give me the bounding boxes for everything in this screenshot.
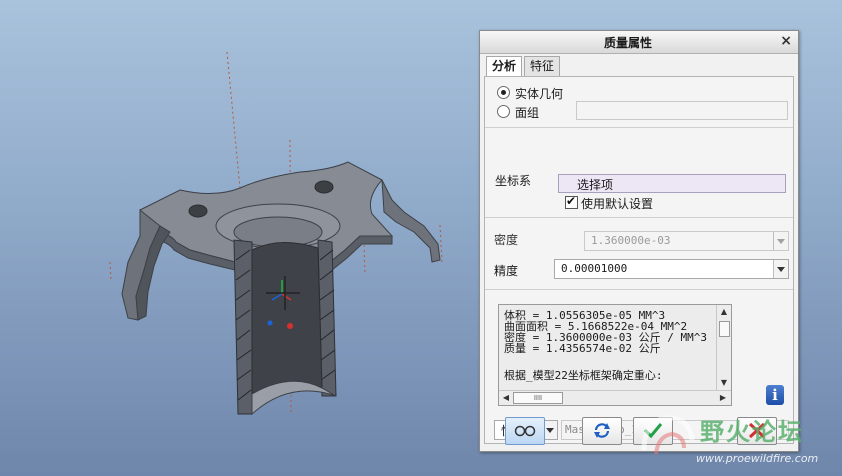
use-default-label: 使用默认设置	[581, 197, 654, 211]
close-icon[interactable]: ×	[780, 33, 792, 49]
scroll-right-icon[interactable]: ▶	[717, 392, 729, 404]
chevron-down-icon	[773, 260, 788, 278]
radio-quilt-label: 面组	[515, 106, 540, 120]
density-dropdown[interactable]: 1.360000e-03	[584, 231, 789, 251]
results-text-area[interactable]: 体积 = 1.0556305e-05 MM^3 曲面面积 = 5.1668522…	[498, 304, 732, 406]
divider	[485, 289, 793, 290]
precision-dropdown[interactable]: 0.00001000	[554, 259, 789, 279]
horizontal-scroll-thumb[interactable]: IIII	[513, 392, 563, 404]
precision-value: 0.00001000	[561, 262, 628, 275]
chevron-down-icon	[773, 232, 788, 250]
use-default-checkbox[interactable]	[565, 194, 578, 209]
coordinate-system-value: 选择项	[577, 178, 614, 192]
info-icon[interactable]: i	[766, 385, 784, 405]
watermark-title: 野火论坛	[700, 418, 804, 446]
watermark-url: www.proewildfire.com	[696, 452, 819, 465]
result-mass: 质量 = 1.4356574e-02 公斤	[504, 342, 661, 355]
scroll-left-icon[interactable]: ◀	[500, 392, 512, 404]
radio-quilt[interactable]	[497, 105, 510, 118]
tab-feature[interactable]: 特征	[524, 56, 561, 76]
scroll-up-icon[interactable]: ▲	[718, 306, 730, 318]
watermark: 野火论坛 www.proewildfire.com	[634, 410, 842, 476]
dialog-title: 质量属性	[603, 36, 652, 50]
coordinate-system-collector[interactable]: 选择项	[558, 174, 786, 193]
vertical-scroll-thumb[interactable]	[719, 321, 730, 337]
density-value: 1.360000e-03	[591, 234, 671, 247]
radio-solid-geometry-label: 实体几何	[515, 87, 564, 101]
quilt-select-field[interactable]	[576, 101, 788, 120]
scroll-down-icon[interactable]: ▼	[718, 377, 730, 389]
precision-label: 精度	[494, 264, 519, 278]
recompute-button[interactable]	[582, 417, 622, 445]
view-glasses-button[interactable]	[505, 417, 545, 445]
dialog-titlebar[interactable]: 质量属性 ×	[480, 31, 798, 54]
mass-properties-dialog: 质量属性 × 分析 特征 实体几何 面组 坐标系 选择项 使用默认设置 密度 1…	[479, 30, 799, 452]
coordinate-system-label: 坐标系	[495, 174, 532, 188]
analysis-panel: 实体几何 面组 坐标系 选择项 使用默认设置 密度 1.360000e-03 精…	[484, 76, 794, 444]
vertical-scrollbar[interactable]: ▲ ▼	[716, 305, 731, 391]
refresh-icon	[594, 423, 610, 438]
glasses-icon	[514, 425, 536, 437]
horizontal-scrollbar[interactable]: ◀ IIII ▶	[499, 390, 731, 405]
divider	[485, 127, 793, 128]
tab-analysis[interactable]: 分析	[486, 56, 523, 77]
divider	[485, 217, 793, 218]
watermark-logo-icon	[641, 415, 695, 455]
density-label: 密度	[494, 233, 519, 247]
radio-solid-geometry[interactable]	[497, 86, 510, 99]
result-note: 根据_模型22坐标框架确定重心:	[504, 369, 663, 382]
